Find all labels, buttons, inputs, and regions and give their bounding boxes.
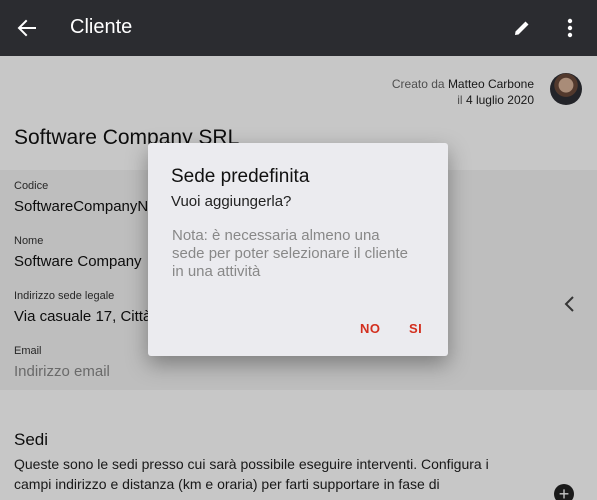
page-title: Cliente [70,16,133,38]
back-arrow-icon[interactable] [13,14,41,42]
dialog-subtitle: Vuoi aggiungerla? [171,193,292,210]
si-button[interactable]: SI [409,321,422,336]
sede-predefinita-dialog: Sede predefinita Vuoi aggiungerla? Nota:… [148,143,448,356]
app-bar: Cliente [0,0,597,56]
dialog-title: Sede predefinita [171,166,310,187]
no-button[interactable]: NO [360,321,381,336]
dialog-note: Nota: è necessaria almeno una sede per p… [172,227,408,280]
pencil-icon[interactable] [508,14,536,42]
more-vert-icon[interactable] [556,14,584,42]
